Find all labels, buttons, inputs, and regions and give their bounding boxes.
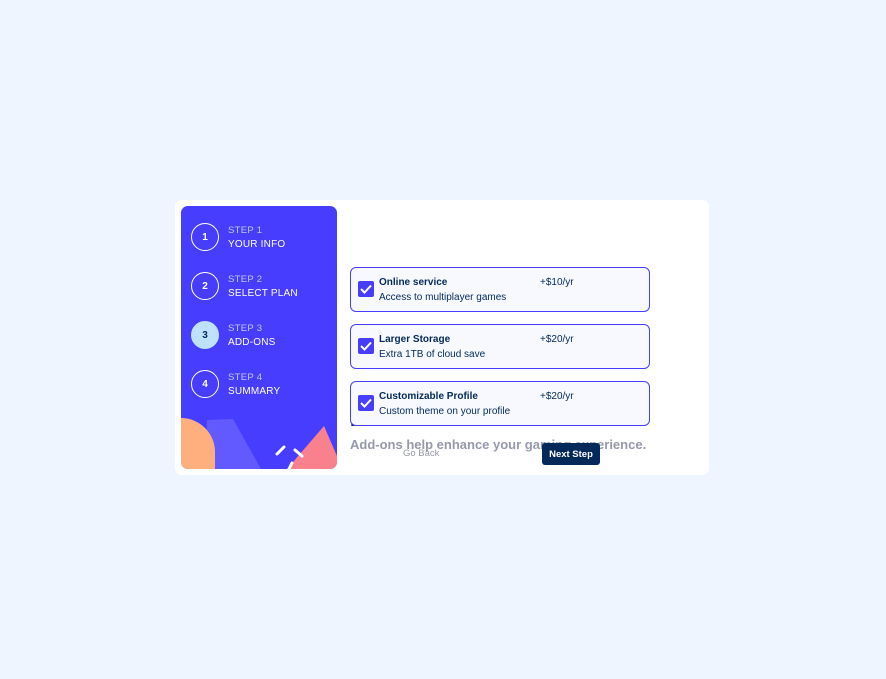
addon-name: Customizable Profile: [379, 391, 478, 402]
deco-pink-shape: [287, 426, 337, 469]
step-3: 3 STEP 3 ADD-ONS: [191, 321, 276, 349]
addon-name: Online service: [379, 277, 448, 288]
step-1-value: YOUR INFO: [228, 238, 286, 250]
addon-online-service-checkbox[interactable]: [358, 281, 374, 297]
go-back-button[interactable]: Go Back: [403, 448, 439, 459]
addon-larger-storage-checkbox[interactable]: [358, 338, 374, 354]
step-4-number: 4: [191, 370, 219, 398]
addon-price: +$10/yr: [540, 277, 574, 288]
step-3-label: STEP 3: [228, 322, 263, 334]
addon-online-service[interactable]: Online service Access to multiplayer gam…: [350, 267, 650, 312]
step-2-number: 2: [191, 272, 219, 300]
step-4-value: SUMMARY: [228, 385, 281, 397]
step-4: 4 STEP 4 SUMMARY: [191, 370, 280, 398]
checkmark-icon: [360, 341, 372, 351]
step-1-number: 1: [191, 223, 219, 251]
addon-description: Custom theme on your profile: [379, 406, 511, 417]
steps-sidebar: 1 STEP 1 YOUR INFO 2 STEP 2 SELECT PLAN …: [181, 206, 337, 469]
checkmark-icon: [360, 398, 372, 408]
step-3-value: ADD-ONS: [228, 336, 276, 348]
step-1: 1 STEP 1 YOUR INFO: [191, 223, 285, 251]
page-subtitle: Add-ons help enhance your gaming experie…: [350, 437, 647, 452]
step-3-number: 3: [191, 321, 219, 349]
addon-customizable-profile[interactable]: Customizable Profile Custom theme on you…: [350, 381, 650, 426]
addon-price: +$20/yr: [540, 334, 574, 345]
addon-price: +$20/yr: [540, 391, 574, 402]
form-card: 1 STEP 1 YOUR INFO 2 STEP 2 SELECT PLAN …: [175, 200, 709, 475]
next-step-button[interactable]: Next Step: [542, 443, 600, 465]
addon-name: Larger Storage: [379, 334, 451, 345]
addon-description: Access to multiplayer games: [379, 292, 507, 303]
checkmark-icon: [360, 284, 372, 294]
step-1-label: STEP 1: [228, 224, 263, 236]
step-4-label: STEP 4: [228, 371, 263, 383]
step-2: 2 STEP 2 SELECT PLAN: [191, 272, 298, 300]
addon-larger-storage[interactable]: Larger Storage Extra 1TB of cloud save +…: [350, 324, 650, 369]
step-2-label: STEP 2: [228, 273, 263, 285]
addon-customizable-profile-checkbox[interactable]: [358, 395, 374, 411]
step-2-value: SELECT PLAN: [228, 287, 298, 299]
addon-description: Extra 1TB of cloud save: [379, 349, 486, 360]
